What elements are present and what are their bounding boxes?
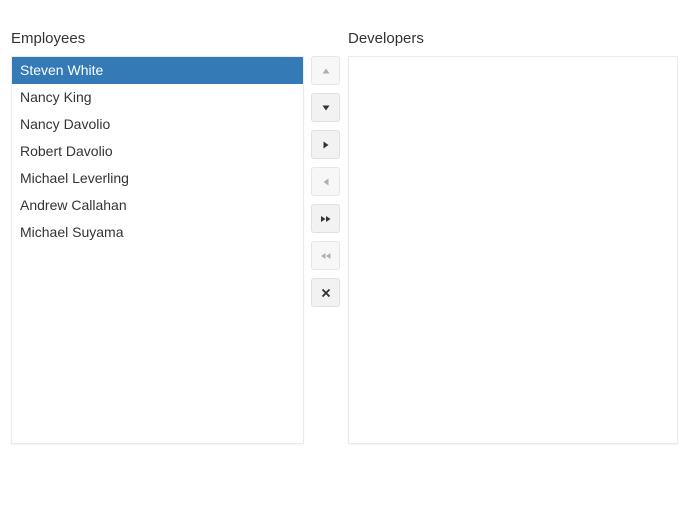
move-down-button[interactable]	[311, 93, 340, 122]
list-item[interactable]: Michael Leverling	[12, 165, 303, 192]
caret-down-icon	[322, 105, 329, 110]
list-item[interactable]: Michael Suyama	[12, 219, 303, 246]
developers-listbox[interactable]	[348, 56, 678, 444]
list-item[interactable]: Robert Davolio	[12, 138, 303, 165]
caret-right-icon	[323, 141, 328, 148]
caret-up-icon	[322, 68, 329, 73]
list-item[interactable]: Nancy Davolio	[12, 111, 303, 138]
remove-button[interactable]	[311, 278, 340, 307]
list-item[interactable]: Nancy King	[12, 84, 303, 111]
developers-label: Developers	[348, 30, 424, 47]
list-item[interactable]: Steven White	[12, 57, 303, 84]
transfer-all-to-button[interactable]	[311, 204, 340, 233]
transfer-to-button[interactable]	[311, 130, 340, 159]
transfer-all-from-button[interactable]	[311, 241, 340, 270]
double-caret-right-icon	[320, 215, 330, 222]
caret-left-icon	[323, 178, 328, 185]
list-item[interactable]: Andrew Callahan	[12, 192, 303, 219]
employees-listbox[interactable]: Steven White Nancy King Nancy Davolio Ro…	[11, 56, 304, 444]
close-icon	[321, 288, 330, 297]
move-up-button[interactable]	[311, 56, 340, 85]
transfer-from-button[interactable]	[311, 167, 340, 196]
employees-label: Employees	[11, 30, 86, 47]
double-caret-left-icon	[320, 252, 330, 259]
